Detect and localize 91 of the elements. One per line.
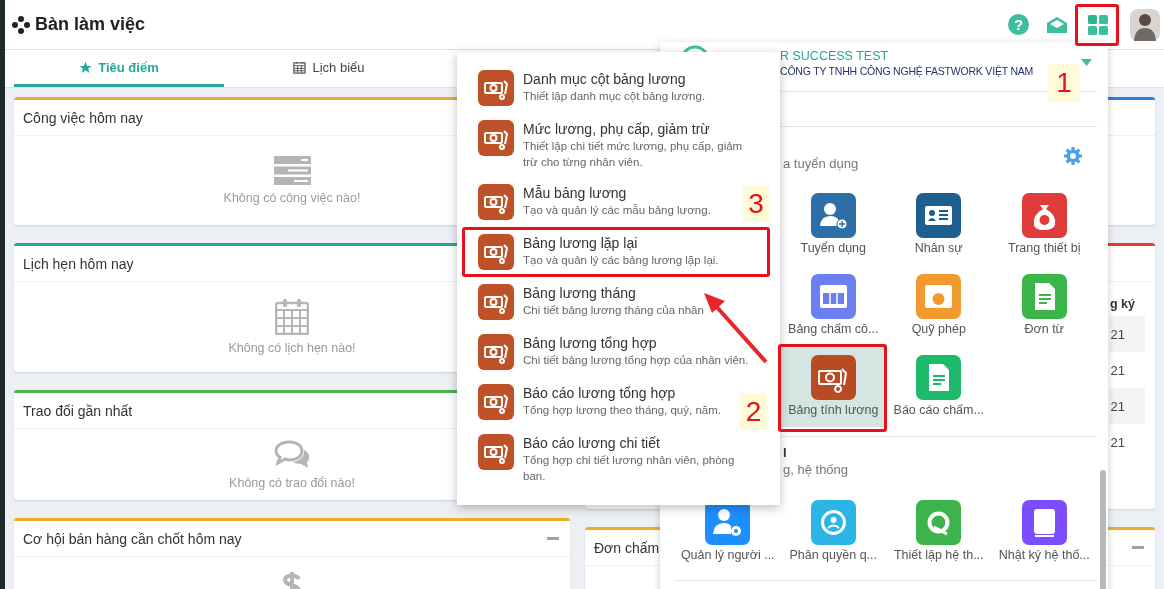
empty-message: Không có trao đổi nào!: [229, 475, 355, 490]
app-tile[interactable]: Nhân sự: [886, 184, 992, 265]
table-row: 21: [1109, 316, 1145, 352]
app-tile[interactable]: Thiết lập hệ th...: [886, 491, 992, 572]
card-title: Trao đổi gần nhất: [23, 402, 133, 419]
menu-item-description: Thiết lập danh mục cột bảng lương.: [523, 89, 706, 104]
money-icon: [478, 334, 514, 370]
menu-item-description: Tổng hợp chi tiết lương nhân viên, phòng ban.: [523, 453, 736, 484]
table-row-text: 21: [1109, 433, 1126, 452]
menu-item-title: Bảng lương tổng hợp: [523, 334, 658, 352]
menu-item-description: Tạo và quản lý các bảng lương lặp lại.: [523, 253, 719, 268]
menu-item-description: Tổng hợp lương theo tháng, quý, năm.: [523, 403, 721, 418]
step-number: 3: [743, 186, 769, 222]
section-subtitle: a tuyển dụng: [783, 156, 859, 171]
app-tile[interactable]: Báo cáo chấm...: [886, 346, 992, 427]
calendar-icon: [275, 299, 309, 335]
menu-item[interactable]: Bảng lương lặp lại Tạo và quản lý các bảng lương lặp lại.: [465, 230, 767, 274]
card-title: Lịch hẹn hôm nay: [23, 255, 134, 272]
page-title: Bàn làm việc: [35, 14, 146, 35]
app-label: Quản lý người ...: [680, 548, 775, 562]
app-tile[interactable]: Đơn từ: [991, 265, 1097, 346]
money-icon: [478, 384, 514, 420]
app-label: Đơn từ: [1024, 322, 1064, 336]
menu-item[interactable]: Mẫu bảng lương Tạo và quản lý các mẫu bảng lương.: [465, 180, 715, 224]
money-icon: [478, 234, 514, 270]
money-icon: [478, 184, 514, 220]
menu-item[interactable]: Bảng lương tháng Chi tiết bảng lương tháng của nhân: [465, 280, 708, 324]
empty-message: Không có công việc nào!: [223, 191, 361, 205]
menu-item-title: Báo cáo lương chi tiết: [523, 434, 661, 452]
menu-item-title: Bảng lương tháng: [523, 284, 637, 302]
step-number: 2: [740, 393, 767, 430]
menu-item-description: Chi tiết bảng lương tháng của nhân: [523, 303, 704, 318]
app-label: Thiết lập hệ th...: [893, 548, 984, 562]
card-title: Công việc hôm nay: [23, 109, 143, 126]
highlight-frame: [1075, 4, 1119, 46]
app-label: Tuyển dụng: [800, 241, 867, 255]
menu-item-title: Mẫu bảng lương: [523, 184, 628, 202]
money-icon: [478, 120, 514, 156]
menu-item[interactable]: Báo cáo lương chi tiết Tổng hợp chi tiết lương nhân viên, phòng ban.: [465, 430, 763, 488]
app-label: Bảng chấm cô...: [788, 322, 879, 336]
caret-icon[interactable]: [1081, 59, 1092, 66]
app-tile[interactable]: Bảng tính lương: [780, 346, 886, 427]
app-label: Bảng tính lương: [788, 403, 879, 417]
menu-item[interactable]: Bảng lương tổng hợp Chi tiết bảng lương tổng hợp của nhân viên.: [465, 330, 753, 374]
menu-item-description: Thiết lập chi tiết mức lương, phụ cấp, giảm trừ cho từng nhân viên.: [523, 139, 744, 170]
section-subtitle: g, hệ thống: [783, 462, 849, 477]
app-tile[interactable]: Quỹ phép: [886, 265, 992, 346]
money-icon: [478, 284, 514, 320]
empty-message: Không có lịch hẹn nào!: [228, 341, 356, 355]
section-heading: l: [783, 445, 788, 460]
menu-item[interactable]: Báo cáo lương tổng hợp Tổng hợp lương theo tháng, quý, năm.: [465, 380, 725, 424]
diamond-dots-icon: [12, 15, 30, 34]
tab[interactable]: Lịch biểu: [224, 50, 434, 87]
app-label: Quỹ phép: [911, 322, 966, 336]
menu-item-title: Báo cáo lương tổng hợp: [523, 384, 677, 402]
app-tile[interactable]: Trang thiết bị: [991, 184, 1097, 265]
envelope-icon[interactable]: [1046, 15, 1068, 34]
app-label: Nhật ký hệ thố...: [998, 548, 1090, 562]
menu-item[interactable]: Danh mục cột bảng lương Thiết lập danh mục cột bảng lương.: [465, 66, 710, 110]
app-tile[interactable]: Tuyển dụng: [780, 184, 886, 265]
app-label: Nhân sự: [914, 241, 963, 255]
chat-bubbles-icon: [273, 439, 311, 470]
card-title: Cơ hội bán hàng cần chốt hôm nay: [23, 530, 242, 547]
app-label: Trang thiết bị: [1008, 241, 1081, 255]
app-label: Báo cáo chấm...: [893, 403, 984, 417]
step-number: 1: [1048, 64, 1080, 102]
star-icon: [79, 60, 93, 74]
menu-item-description: Chi tiết bảng lương tổng hợp của nhân viên.: [523, 353, 749, 368]
money-icon: [478, 434, 514, 470]
menu-item[interactable]: Mức lương, phụ cấp, giảm trừ Thiết lập chi tiết mức lương, phụ cấp, giảm trừ cho từng nhân viên.: [465, 116, 763, 174]
app-tile[interactable]: Phân quyền q...: [780, 491, 886, 572]
menu-item-title: Bảng lương lặp lại: [523, 234, 639, 252]
settings-icon[interactable]: [1064, 146, 1082, 165]
app-tile[interactable]: Bảng chấm cô...: [780, 265, 886, 346]
menu-item-title: Mức lương, phụ cấp, giảm trừ: [523, 120, 711, 138]
menu-item-description: Tạo và quản lý các mẫu bảng lương.: [523, 203, 711, 218]
server-stack-icon: [273, 156, 311, 185]
scrollbar-thumb[interactable]: [1100, 470, 1106, 589]
money-icon: [478, 70, 514, 106]
user-avatar[interactable]: [1130, 8, 1160, 41]
calendar-icon: [293, 60, 307, 74]
app-tile[interactable]: Nhật ký hệ thố...: [991, 491, 1097, 572]
app-label: Phân quyền q...: [789, 548, 878, 562]
menu-item-title: Danh mục cột bảng lương: [523, 70, 687, 88]
company-name: CÔNG TY TNHH CÔNG NGHỆ FASTWORK VIỆT NAM: [780, 65, 1034, 77]
apps-grid-icon[interactable]: [1088, 14, 1108, 35]
table-row: 21: [1109, 388, 1145, 424]
column-header: g ký: [1110, 297, 1135, 311]
table-row-text: 21: [1109, 361, 1126, 380]
card-title: Đơn chấm: [594, 539, 660, 556]
account-name: R SUCCESS TEST: [780, 49, 890, 63]
